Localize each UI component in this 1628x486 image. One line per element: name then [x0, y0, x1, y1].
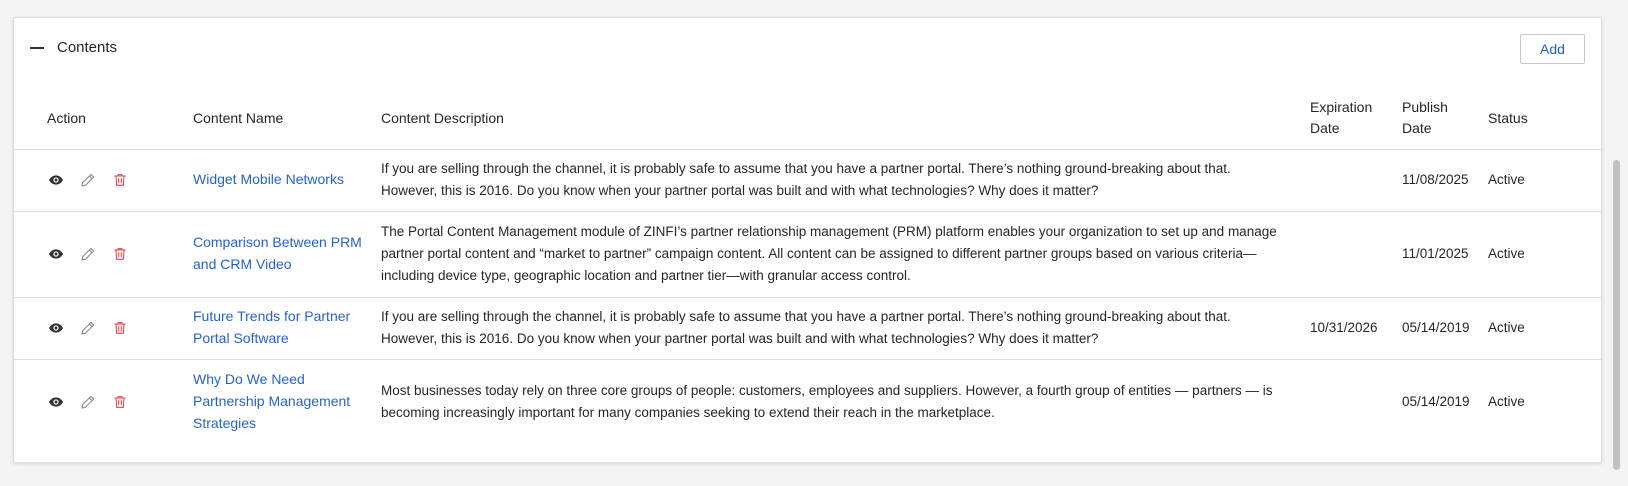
pencil-icon[interactable] — [79, 319, 97, 337]
content-name-cell: Widget Mobile Networks — [193, 148, 381, 211]
table-row: Why Do We Need Partnership Management St… — [14, 358, 1603, 445]
status-text: Active — [1488, 296, 1603, 359]
header-publish-date: Publish Date — [1402, 88, 1488, 149]
pencil-icon[interactable] — [79, 393, 97, 411]
content-name-link[interactable]: Widget Mobile Networks — [193, 171, 344, 187]
row-actions-cell — [14, 148, 193, 211]
contents-table: Action Content Name Content Description … — [14, 88, 1603, 445]
status-text: Active — [1488, 210, 1603, 297]
row-actions — [47, 245, 193, 263]
status-text: Active — [1488, 358, 1603, 445]
panel-header: Contents Add — [14, 18, 1601, 78]
content-name-cell: Why Do We Need Partnership Management St… — [193, 358, 381, 445]
content-name-link[interactable]: Future Trends for Partner Portal Softwar… — [193, 308, 350, 346]
row-actions — [47, 171, 193, 189]
header-status: Status — [1488, 109, 1528, 126]
header-publish-line1: Publish — [1402, 99, 1448, 116]
content-description: The Portal Content Management module of … — [381, 210, 1310, 297]
header-content-description: Content Description — [381, 109, 504, 126]
scrollbar-thumb[interactable] — [1613, 160, 1620, 470]
contents-panel: Contents Add Action Content Name Content… — [13, 17, 1603, 463]
row-actions — [47, 319, 193, 337]
table-header-row: Action Content Name Content Description … — [14, 88, 1603, 149]
row-actions-cell — [14, 210, 193, 297]
content-name-cell: Future Trends for Partner Portal Softwar… — [193, 296, 381, 359]
expiration-date — [1310, 358, 1402, 445]
publish-date: 11/01/2025 — [1402, 210, 1488, 297]
content-description: If you are selling through the channel, … — [381, 148, 1310, 211]
trash-icon[interactable] — [111, 319, 129, 337]
content-name-link[interactable]: Why Do We Need Partnership Management St… — [193, 371, 350, 431]
expiration-date — [1310, 148, 1402, 211]
pencil-icon[interactable] — [79, 171, 97, 189]
expiration-date: 10/31/2026 — [1310, 296, 1402, 359]
header-publish-line2: Date — [1402, 120, 1432, 137]
minus-icon — [30, 47, 44, 49]
header-expiration-date: Expiration Date — [1310, 88, 1402, 149]
trash-icon[interactable] — [111, 171, 129, 189]
row-actions — [47, 393, 193, 411]
publish-date: 05/14/2019 — [1402, 296, 1488, 359]
header-action: Action — [47, 109, 86, 126]
header-expiration-line2: Date — [1310, 120, 1340, 137]
eye-icon[interactable] — [47, 319, 65, 337]
table-row: Future Trends for Partner Portal Softwar… — [14, 296, 1603, 359]
pencil-icon[interactable] — [79, 245, 97, 263]
trash-icon[interactable] — [111, 393, 129, 411]
eye-icon[interactable] — [47, 393, 65, 411]
collapse-toggle[interactable] — [30, 36, 48, 60]
header-content-name: Content Name — [193, 109, 284, 126]
content-description: Most businesses today rely on three core… — [381, 358, 1310, 445]
publish-date: 05/14/2019 — [1402, 358, 1488, 445]
status-text: Active — [1488, 148, 1603, 211]
publish-date: 11/08/2025 — [1402, 148, 1488, 211]
table-row: Comparison Between PRM and CRM Video The… — [14, 210, 1603, 297]
content-name-link[interactable]: Comparison Between PRM and CRM Video — [193, 234, 362, 272]
content-description: If you are selling through the channel, … — [381, 296, 1310, 359]
row-actions-cell — [14, 296, 193, 359]
header-expiration-line1: Expiration — [1310, 99, 1373, 116]
panel-title: Contents — [57, 39, 118, 56]
scrollbar-track[interactable] — [1606, 0, 1628, 486]
table-row: Widget Mobile Networks If you are sellin… — [14, 148, 1603, 211]
content-name-cell: Comparison Between PRM and CRM Video — [193, 210, 381, 297]
trash-icon[interactable] — [111, 245, 129, 263]
eye-icon[interactable] — [47, 171, 65, 189]
eye-icon[interactable] — [47, 245, 65, 263]
add-button[interactable]: Add — [1520, 34, 1585, 64]
expiration-date — [1310, 210, 1402, 297]
row-actions-cell — [14, 358, 193, 445]
